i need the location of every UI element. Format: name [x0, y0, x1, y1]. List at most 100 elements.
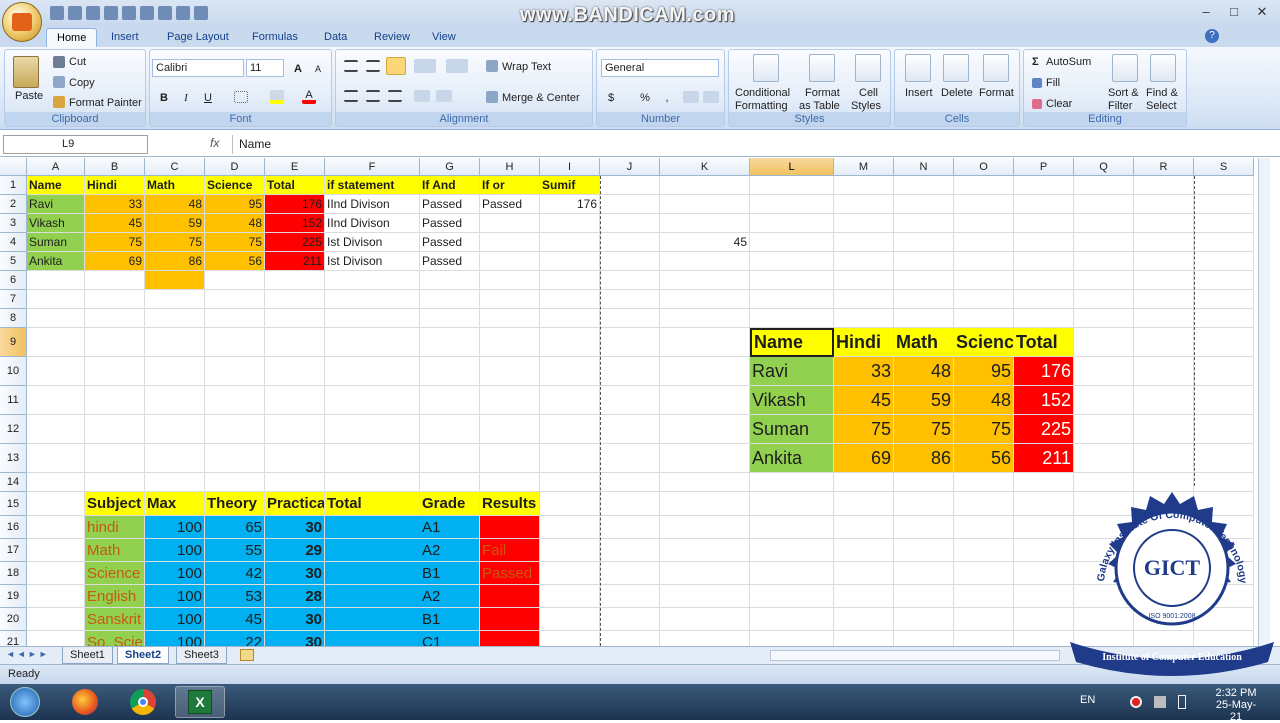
table3-max-cell[interactable]: 100: [145, 516, 205, 539]
grid-cell[interactable]: [1194, 195, 1254, 214]
grid-cell[interactable]: [894, 562, 954, 585]
grid-cell[interactable]: [27, 539, 85, 562]
table1-header[interactable]: Science: [205, 176, 265, 195]
grid-cell[interactable]: [1014, 539, 1074, 562]
table1-ifor-cell[interactable]: [480, 233, 540, 252]
table2-name-cell[interactable]: Ravi: [750, 357, 834, 386]
grid-cell[interactable]: [205, 328, 265, 357]
grid-cell[interactable]: [265, 415, 325, 444]
qat-icon-3[interactable]: [140, 6, 154, 20]
table2-total-cell[interactable]: 225: [1014, 415, 1074, 444]
grid-cell[interactable]: [85, 271, 145, 290]
column-header[interactable]: P: [1014, 158, 1074, 176]
table3-header[interactable]: Total: [325, 492, 420, 516]
grid-cell[interactable]: [600, 386, 660, 415]
grid-cell[interactable]: [750, 271, 834, 290]
grid-cell[interactable]: [834, 214, 894, 233]
grid-cell[interactable]: [1074, 444, 1134, 473]
align-top-icon[interactable]: [344, 60, 358, 72]
grid-cell[interactable]: [145, 357, 205, 386]
table1-ifand-cell[interactable]: Passed: [420, 214, 480, 233]
column-header[interactable]: B: [85, 158, 145, 176]
grid-cell[interactable]: [480, 328, 540, 357]
table1-score-cell[interactable]: 48: [145, 195, 205, 214]
row-header[interactable]: 17: [0, 539, 27, 562]
increase-decimal-icon[interactable]: [683, 91, 699, 103]
grid-cell[interactable]: [480, 444, 540, 473]
clear-button[interactable]: Clear: [1046, 98, 1072, 110]
grid-cell[interactable]: [894, 631, 954, 646]
table1-total-cell[interactable]: 176: [265, 195, 325, 214]
grid-cell[interactable]: [1194, 386, 1254, 415]
increase-indent-icon[interactable]: [436, 90, 452, 102]
tab-formulas[interactable]: Formulas: [242, 28, 308, 47]
grid-cell[interactable]: [1014, 214, 1074, 233]
delete-cells-button[interactable]: Delete: [941, 87, 973, 99]
grid-cell[interactable]: [660, 608, 750, 631]
shrink-font-icon[interactable]: A: [308, 59, 328, 77]
table3-max-cell[interactable]: 100: [145, 631, 205, 646]
grid-cell[interactable]: [480, 309, 540, 328]
row-header[interactable]: 12: [0, 415, 27, 444]
table3-subject-cell[interactable]: Math: [85, 539, 145, 562]
grid-cell[interactable]: [420, 309, 480, 328]
table1-name-cell[interactable]: Ravi: [27, 195, 85, 214]
grid-cell[interactable]: [265, 386, 325, 415]
align-center-icon[interactable]: [366, 90, 380, 102]
align-left-icon[interactable]: [344, 90, 358, 102]
column-header[interactable]: N: [894, 158, 954, 176]
firefox-taskbar-icon[interactable]: [60, 686, 110, 718]
table2-total-cell[interactable]: 176: [1014, 357, 1074, 386]
insert-cells-icon[interactable]: [905, 54, 931, 82]
grid-cell[interactable]: [600, 473, 660, 492]
grid-cell[interactable]: [540, 271, 600, 290]
table1-score-cell[interactable]: 75: [85, 233, 145, 252]
table1-ifand-cell[interactable]: Passed: [420, 195, 480, 214]
grid-cell[interactable]: [27, 271, 85, 290]
table3-theory-cell[interactable]: 55: [205, 539, 265, 562]
table3-subject-cell[interactable]: Science: [85, 562, 145, 585]
underline-button[interactable]: U: [198, 88, 218, 106]
grid-cell[interactable]: [1014, 176, 1074, 195]
row-header[interactable]: 3: [0, 214, 27, 233]
grid-cell[interactable]: [27, 562, 85, 585]
grid-cell[interactable]: [205, 290, 265, 309]
column-header[interactable]: L: [750, 158, 834, 176]
column-header[interactable]: O: [954, 158, 1014, 176]
record-icon[interactable]: [1130, 696, 1142, 708]
language-indicator[interactable]: EN: [1080, 694, 1095, 706]
grid-cell[interactable]: [540, 309, 600, 328]
table3-result-cell[interactable]: [480, 516, 540, 539]
table1-if-cell[interactable]: IInd Divison: [325, 195, 420, 214]
grid-cell[interactable]: [27, 631, 85, 646]
row-header[interactable]: 5: [0, 252, 27, 271]
row-header[interactable]: 4: [0, 233, 27, 252]
grid-cell[interactable]: [600, 328, 660, 357]
table2-score-cell[interactable]: 75: [834, 415, 894, 444]
grid-cell[interactable]: [750, 233, 834, 252]
table3-subject-cell[interactable]: hindi: [85, 516, 145, 539]
grid-cell[interactable]: [750, 290, 834, 309]
grid-cell[interactable]: [1134, 252, 1194, 271]
row-header[interactable]: 9: [0, 328, 27, 357]
grid-cell[interactable]: [1074, 309, 1134, 328]
table3-practical-cell[interactable]: 30: [265, 516, 325, 539]
align-bottom-icon[interactable]: [386, 57, 406, 75]
grid-cell[interactable]: [1134, 386, 1194, 415]
table2-header[interactable]: Hindi: [834, 328, 894, 357]
wrap-text-icon[interactable]: [486, 60, 498, 72]
clock[interactable]: 2:32 PM 25-May-21: [1210, 687, 1262, 723]
grid-cell[interactable]: [954, 195, 1014, 214]
sort-label[interactable]: Sort &: [1108, 87, 1139, 99]
cell-styles-icon[interactable]: [855, 54, 881, 82]
table3-grade-cell[interactable]: B1: [420, 608, 480, 631]
grid-cell[interactable]: [480, 271, 540, 290]
grid-cell[interactable]: [894, 271, 954, 290]
grid-cell[interactable]: [1074, 328, 1134, 357]
grid-cell[interactable]: [600, 444, 660, 473]
font-size-combo[interactable]: 11: [246, 59, 284, 77]
grid-cell[interactable]: [1014, 562, 1074, 585]
formula-input[interactable]: Name: [232, 135, 1272, 154]
grid-cell[interactable]: [954, 631, 1014, 646]
wrap-text-button[interactable]: Wrap Text: [502, 61, 551, 73]
